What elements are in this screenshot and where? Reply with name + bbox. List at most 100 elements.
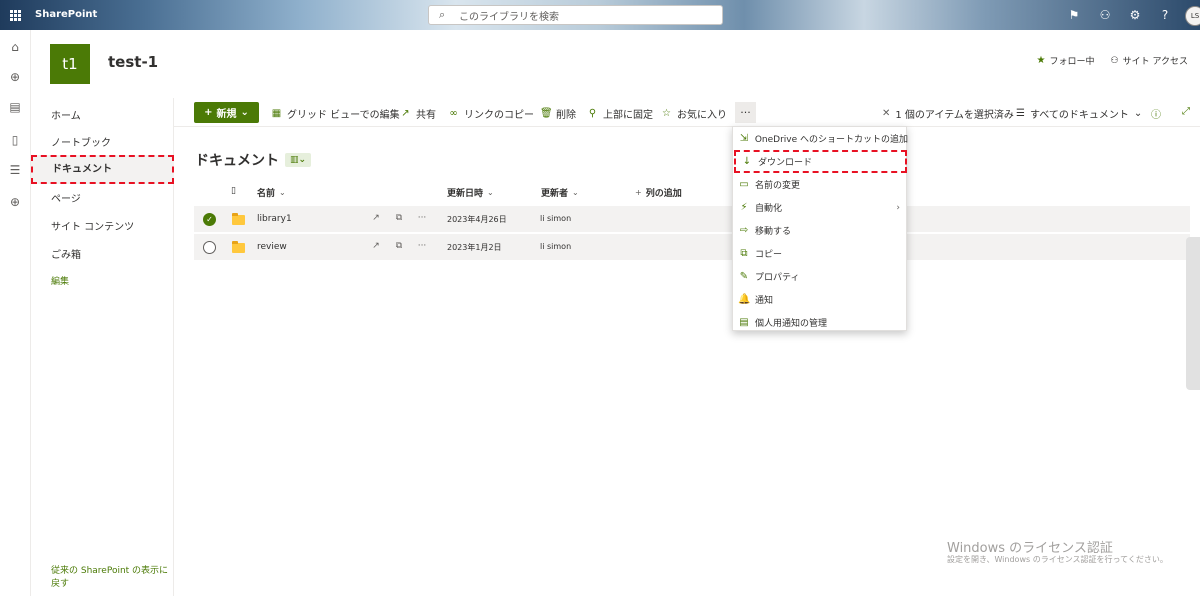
column-header-modified-by[interactable]: 更新者 ⌄ (541, 186, 579, 199)
teams-share-icon[interactable]: ⧉ (393, 213, 405, 223)
menu-item-label: ダウンロード (758, 158, 813, 168)
new-button[interactable]: + 新規 ⌄ (194, 102, 259, 123)
menu-item-onedrive-shortcut[interactable]: ⇲ OneDrive へのショートカットの追加 (733, 127, 908, 150)
nav-item-documents[interactable]: ドキュメント (31, 155, 174, 184)
share-icon[interactable]: ↗ (370, 241, 382, 251)
add-icon[interactable]: ⊕ (8, 195, 22, 209)
link-icon: ∞ (449, 108, 458, 119)
column-header-name[interactable]: 名前 ⌄ (257, 186, 286, 199)
table-row[interactable]: ✓ library1 ↗ ⧉ ··· 2023年4月26日 li simon (194, 206, 1190, 233)
view-label: すべてのドキュメント (1029, 110, 1129, 121)
nav-item-recycle-bin[interactable]: ごみ箱 (51, 246, 81, 261)
menu-item-move[interactable]: ⇨ 移動する (733, 219, 908, 242)
star-outline-icon: ☆ (662, 108, 671, 119)
nav-item-site-contents[interactable]: サイト コンテンツ (51, 218, 134, 233)
close-icon: ✕ (882, 108, 891, 119)
menu-item-download[interactable]: ↓ ダウンロード (734, 150, 907, 173)
row-modified-by[interactable]: li simon (540, 214, 571, 223)
classic-view-link[interactable]: 従来の SharePoint の表示に戻す (51, 565, 169, 591)
table-row[interactable]: review ↗ ⧉ ··· 2023年1月2日 li simon (194, 234, 1190, 261)
file-type-header-icon[interactable]: ▯ (231, 186, 236, 196)
favorite-label: お気に入り (677, 110, 727, 121)
news-icon[interactable]: ▤ (8, 100, 22, 114)
more-icon[interactable]: ··· (416, 241, 428, 251)
bell-icon: 🔔 (738, 294, 751, 305)
help-icon[interactable]: ? (1157, 7, 1173, 23)
people-icon: ⚇ (1110, 55, 1119, 66)
add-column-label: 列の追加 (645, 189, 682, 199)
people-icon[interactable]: ⚇ (1097, 7, 1113, 23)
site-title[interactable]: test-1 (108, 53, 158, 71)
row-name[interactable]: review (257, 242, 287, 252)
grid-edit-button[interactable]: ▦ グリッド ビューでの編集 (271, 106, 400, 121)
side-panel-strip[interactable] (1186, 237, 1200, 390)
view-selector[interactable]: ☰ すべてのドキュメント ⌄ (1016, 106, 1142, 121)
nav-item-home[interactable]: ホーム (51, 107, 81, 122)
info-button[interactable]: ⓘ (1151, 106, 1161, 121)
megaphone-icon[interactable]: ⚑ (1066, 7, 1082, 23)
search-icon: ⌕ (439, 8, 446, 21)
menu-item-properties[interactable]: ✎ プロパティ (733, 265, 908, 288)
column-name-label: 名前 (257, 189, 276, 199)
row-modified-by[interactable]: li simon (540, 242, 571, 251)
library-title[interactable]: ドキュメント (195, 150, 279, 170)
follow-button[interactable]: ★ フォロー中 (1037, 54, 1095, 67)
menu-item-automate[interactable]: ⚡ 自動化 › (733, 196, 908, 219)
teams-share-icon[interactable]: ⧉ (393, 241, 405, 251)
site-access-button[interactable]: ⚇ サイト アクセス (1110, 54, 1189, 68)
search-input[interactable]: このライブラリを検索 (459, 8, 559, 23)
home-icon[interactable]: ⌂ (8, 40, 22, 54)
app-name[interactable]: SharePoint (35, 9, 97, 20)
library-view-chip[interactable]: ▥ ⌄ (285, 153, 311, 167)
site-logo[interactable]: t1 (50, 44, 90, 84)
column-header-modified[interactable]: 更新日時 ⌄ (447, 186, 494, 199)
delete-button[interactable]: 🗑 削除 (540, 106, 576, 121)
add-column-button[interactable]: + 列の追加 (635, 186, 682, 199)
column-modified-by-label: 更新者 (541, 189, 569, 199)
shortcut-icon: ⇲ (739, 133, 749, 144)
search-box[interactable]: ⌕ このライブラリを検索 (428, 5, 723, 25)
activation-watermark-text: 設定を開き、Windows のライセンス認証を行ってください。 (947, 555, 1168, 564)
left-nav: ホーム ノートブック ドキュメント ページ サイト コンテンツ ごみ箱 編集 従… (31, 98, 174, 596)
pin-top-button[interactable]: ⚲ 上部に固定 (587, 106, 653, 121)
menu-item-manage-alerts[interactable]: ▤ 個人用通知の管理 (733, 311, 908, 334)
menu-item-copy[interactable]: ⧉ コピー (733, 242, 908, 265)
folder-icon (232, 241, 245, 253)
divider (174, 126, 1200, 127)
menu-item-rename[interactable]: ▭ 名前の変更 (733, 173, 908, 196)
share-label: 共有 (416, 110, 436, 121)
nav-item-pages[interactable]: ページ (51, 190, 81, 205)
gear-icon[interactable]: ⚙ (1127, 7, 1143, 23)
favorite-button[interactable]: ☆ お気に入り (661, 106, 727, 121)
row-name[interactable]: library1 (257, 214, 292, 224)
expand-icon[interactable]: ⤢ (1182, 106, 1190, 117)
globe-icon[interactable]: ⊕ (8, 70, 22, 84)
row-checkbox[interactable]: ✓ (203, 213, 216, 226)
chevron-down-icon: ⌄ (487, 188, 494, 197)
file-icon[interactable]: ▯ (8, 133, 22, 147)
suite-bar: SharePoint ⌕ このライブラリを検索 ⚑ ⚇ ⚙ ? LS (0, 0, 1200, 30)
chevron-down-icon: ⌄ (572, 188, 579, 197)
nav-item-notebook[interactable]: ノートブック (51, 134, 111, 149)
avatar[interactable]: LS (1185, 6, 1200, 26)
chevron-right-icon: › (896, 202, 900, 213)
copy-link-button[interactable]: ∞ リンクのコピー (448, 106, 534, 121)
plus-icon: + (204, 107, 213, 118)
new-label: 新規 (216, 109, 237, 120)
share-icon[interactable]: ↗ (370, 213, 382, 223)
row-modified: 2023年4月26日 (447, 215, 507, 224)
more-icon[interactable]: ··· (416, 213, 428, 223)
list-icon[interactable]: ☰ (8, 163, 22, 177)
waffle-icon (9, 9, 21, 21)
menu-item-alert[interactable]: 🔔 通知 (733, 288, 908, 311)
clear-selection-button[interactable]: ✕ 1 個のアイテムを選択済み (882, 106, 1014, 121)
app-launcher-button[interactable] (0, 0, 30, 30)
nav-edit-link[interactable]: 編集 (51, 274, 69, 287)
copy-link-label: リンクのコピー (464, 110, 534, 121)
more-commands-button[interactable]: ··· (735, 102, 756, 123)
menu-item-label: プロパティ (755, 273, 800, 283)
star-icon: ★ (1036, 55, 1046, 66)
row-checkbox[interactable] (203, 241, 216, 254)
delete-label: 削除 (556, 110, 576, 121)
share-button[interactable]: ↗ 共有 (400, 106, 436, 121)
